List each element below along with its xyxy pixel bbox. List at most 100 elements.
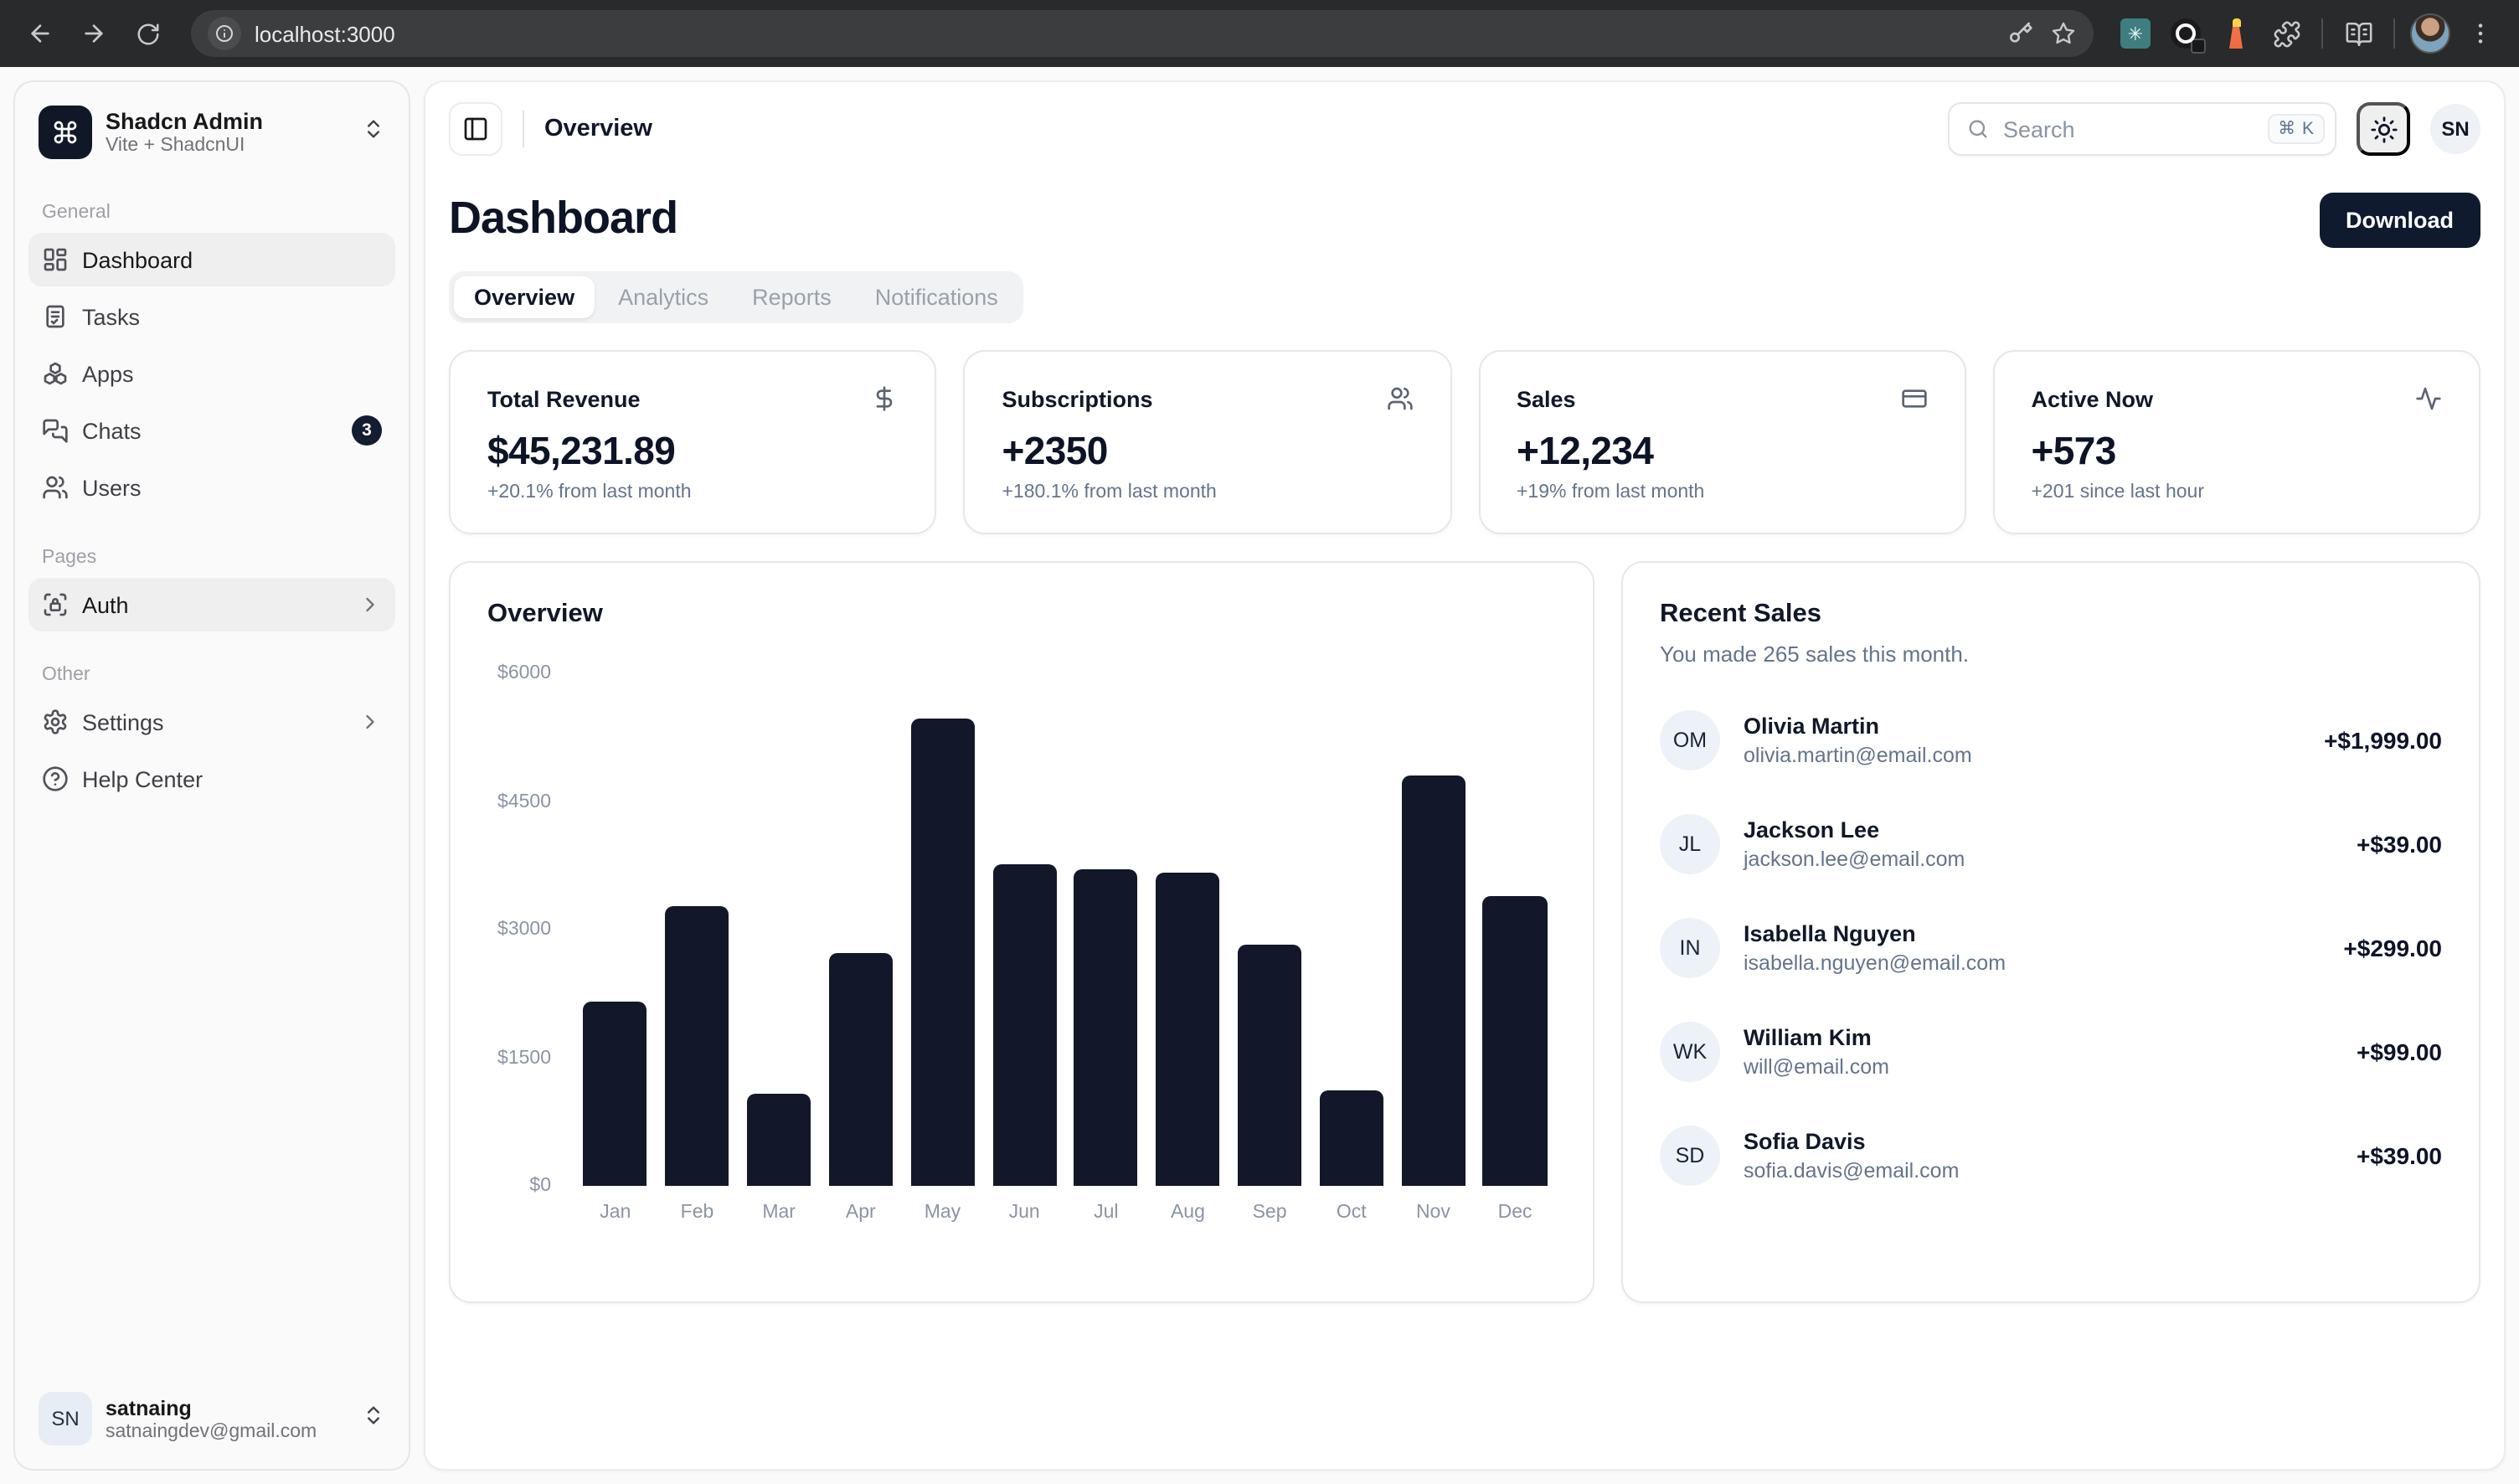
customer-name: Isabella Nguyen (1744, 921, 2006, 946)
bar-sep (1238, 944, 1301, 1186)
bar-jan (584, 1002, 647, 1186)
browser-menu-button[interactable] (2459, 12, 2502, 55)
sidebar-item-chats[interactable]: Chats 3 (28, 404, 395, 457)
browser-profile-button[interactable] (2408, 12, 2452, 55)
download-button[interactable]: Download (2319, 193, 2480, 248)
reading-list-button[interactable] (2336, 12, 2380, 55)
browser-forward-button[interactable] (70, 10, 117, 57)
stat-change: +180.1% from last month (1002, 482, 1414, 502)
search-shortcut-kbd: ⌘ K (2268, 114, 2325, 144)
settings-gear-icon (42, 709, 69, 735)
team-meta: Shadcn Admin Vite + ShadcnUI (106, 109, 348, 156)
sidebar-item-tasks[interactable]: Tasks (28, 290, 395, 343)
team-logo (39, 106, 92, 159)
theme-toggle-button[interactable] (2357, 102, 2410, 156)
stat-title: Sales (1517, 386, 1576, 411)
team-switcher[interactable]: Shadcn Admin Vite + ShadcnUI (28, 95, 395, 169)
sidebar-item-help-center[interactable]: Help Center (28, 752, 395, 806)
x-tick: Nov (1393, 1193, 1475, 1226)
extension-lighthouse[interactable] (2214, 12, 2258, 55)
extensions-menu-button[interactable] (2264, 12, 2308, 55)
extension-1password[interactable] (2164, 12, 2207, 55)
tab-overview[interactable]: Overview (454, 276, 595, 318)
sidebar-item-users[interactable]: Users (28, 461, 395, 514)
search-input[interactable]: Search ⌘ K (1948, 102, 2336, 156)
sale-amount: +$99.00 (2357, 1038, 2442, 1065)
recent-sales-list: OM Olivia Martin olivia.martin@email.com… (1660, 710, 2442, 1186)
x-tick: Sep (1229, 1193, 1311, 1226)
lighthouse-icon (2223, 18, 2249, 49)
section-label-pages: Pages (28, 538, 395, 578)
dollar-sign-icon (872, 385, 899, 412)
avatar: IN (1660, 918, 1720, 978)
sidebar-item-dashboard[interactable]: Dashboard (28, 233, 395, 286)
team-plan: Vite + ShadcnUI (106, 136, 348, 156)
sidebar-item-label: Auth (82, 592, 345, 617)
activity-icon (2415, 385, 2442, 412)
overview-chart-card: Overview $6000 $4500 $3000 $1500 $0 (449, 561, 1594, 1303)
sidebar-user-menu[interactable]: SN satnaing satnaingdev@gmail.com (28, 1382, 395, 1456)
customer-name: Sofia Davis (1744, 1129, 1959, 1154)
address-bar[interactable]: localhost:3000 (191, 10, 2094, 57)
user-meta: satnaing satnaingdev@gmail.com (106, 1396, 348, 1441)
kebab-menu-icon (2467, 20, 2494, 47)
tab-analytics[interactable]: Analytics (598, 276, 729, 318)
charts-row: Overview $6000 $4500 $3000 $1500 $0 (449, 561, 2480, 1303)
customer-name: Jackson Lee (1744, 817, 1965, 842)
user-email: satnaingdev@gmail.com (106, 1421, 348, 1441)
sale-amount: +$39.00 (2357, 831, 2442, 858)
extension-teal[interactable]: ✳ (2114, 12, 2157, 55)
bar-jul (1074, 870, 1138, 1186)
browser-back-button[interactable] (17, 10, 64, 57)
x-tick: May (902, 1193, 984, 1226)
stat-title: Active Now (2032, 386, 2154, 411)
stat-card-subscriptions: Subscriptions +2350 +180.1% from last mo… (964, 350, 1452, 534)
sale-amount: +$299.00 (2343, 935, 2442, 961)
stat-card-sales: Sales +12,234 +19% from last month (1478, 350, 1966, 534)
tab-reports[interactable]: Reports (732, 276, 852, 318)
sidebar-item-label: Settings (82, 709, 345, 734)
urlbar-trailing-icons (2006, 20, 2077, 47)
password-key-icon[interactable] (2006, 20, 2033, 47)
recent-sales-subtitle: You made 265 sales this month. (1660, 642, 2442, 667)
sidebar-item-label: Apps (82, 361, 382, 386)
sidebar-toggle-button[interactable] (449, 102, 502, 156)
apps-icon (42, 360, 69, 387)
sidebar-item-apps[interactable]: Apps (28, 347, 395, 400)
sale-row: OM Olivia Martin olivia.martin@email.com… (1660, 710, 2442, 770)
bar-jun (992, 863, 1056, 1186)
sidebar-item-label: Tasks (82, 304, 382, 329)
users-icon (42, 474, 69, 501)
sidebar-item-settings[interactable]: Settings (28, 695, 395, 749)
stat-title: Total Revenue (487, 386, 641, 411)
tasks-icon (42, 303, 69, 330)
header-avatar[interactable]: SN (2430, 104, 2480, 154)
page-title: Dashboard (449, 193, 677, 245)
tab-notifications[interactable]: Notifications (855, 276, 1018, 318)
bar-nov (1401, 775, 1465, 1186)
sidebar-item-label: Help Center (82, 766, 382, 791)
bar-feb (665, 906, 729, 1186)
recent-sales-card: Recent Sales You made 265 sales this mon… (1621, 561, 2480, 1303)
bookmark-star-icon[interactable] (2050, 20, 2077, 47)
help-circle-icon (42, 765, 69, 792)
x-axis: Jan Feb Mar Apr May Jun Jul Aug Sep Oct (574, 1193, 1556, 1226)
bar-aug (1156, 873, 1219, 1186)
x-tick: Mar (738, 1193, 820, 1226)
panel-left-icon (462, 116, 489, 142)
avatar: WK (1660, 1022, 1720, 1082)
bar-chart: $6000 $4500 $3000 $1500 $0 (487, 673, 1556, 1226)
bar-apr (829, 953, 893, 1186)
sidebar-item-auth[interactable]: Auth (28, 578, 395, 631)
x-tick: Oct (1311, 1193, 1393, 1226)
section-label-general: General (28, 193, 395, 233)
y-tick: $0 (529, 1176, 551, 1196)
chevrons-up-down-icon (362, 116, 385, 148)
sidebar-item-label: Users (82, 475, 382, 500)
browser-reload-button[interactable] (124, 10, 171, 57)
chevrons-up-down-icon (362, 1403, 385, 1435)
stat-card-active-now: Active Now +573 +201 since last hour (1993, 350, 2481, 534)
section-label-other: Other (28, 655, 395, 695)
header-divider (523, 111, 524, 147)
site-info-icon[interactable] (208, 17, 241, 50)
